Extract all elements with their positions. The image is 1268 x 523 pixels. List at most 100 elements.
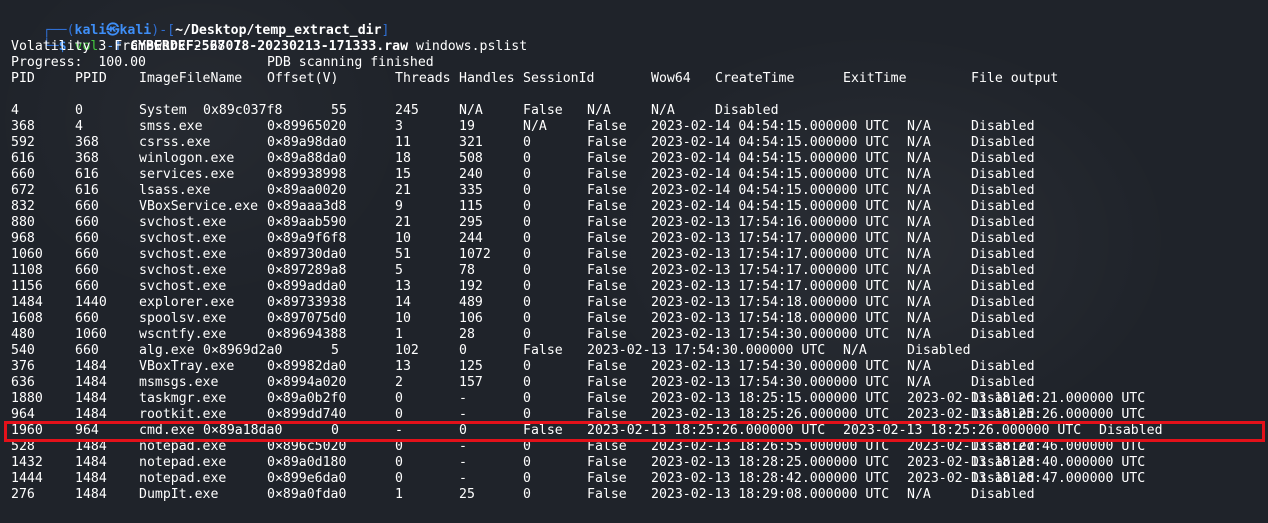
column-header: Offset(V)	[267, 71, 339, 86]
cell-ppid: 660	[75, 199, 99, 214]
cell-fileout: Disabled	[971, 183, 1035, 198]
cell-wow64: False	[587, 119, 627, 134]
cell-wow64: False	[587, 311, 627, 326]
cell-threads: 3	[395, 119, 403, 134]
cell-ppid: 1484	[75, 359, 107, 374]
cell-wow64: False	[523, 343, 563, 358]
column-header: Threads	[395, 71, 451, 86]
cell-pid: 1484	[11, 295, 43, 310]
column-header: ExitTime	[843, 71, 907, 86]
cell-session: 0	[523, 183, 531, 198]
cell-pid: 276	[11, 487, 35, 502]
cell-handles: 28	[459, 327, 475, 342]
cell-fileout: Disabled	[971, 247, 1035, 262]
cell-offset: 0×8969d2a0	[203, 343, 283, 358]
cell-pid: 1156	[11, 279, 43, 294]
cell-threads: 0	[395, 391, 403, 406]
cell-exit: N/A	[907, 295, 931, 310]
cell-name: svchost.exe	[139, 215, 227, 230]
cell-name: VBoxTray.exe	[139, 359, 235, 374]
cell-create: 2023-02-13 18:28:42.000000 UTC	[651, 471, 890, 486]
cell-threads: 10	[395, 231, 411, 246]
cell-offset: 0×89938998	[267, 167, 347, 182]
table-row: 880 660 svchost.exe 0×89aab590 21 295 0 False 20…	[11, 215, 1251, 231]
cell-name: notepad.exe	[139, 471, 227, 486]
cell-ppid: 660	[75, 215, 99, 230]
cell-fileout: Disabled	[971, 215, 1035, 230]
table-row: 1156 660 svchost.exe 0×899adda0 13 192 0 False 2…	[11, 279, 1251, 295]
cell-name: services.exe	[139, 167, 235, 182]
cell-wow64: False	[587, 391, 627, 406]
cell-threads: 1	[395, 327, 403, 342]
command-line[interactable]: └─$ vol -f CYBERDEF-567078-20230213-1713…	[11, 23, 527, 54]
cell-ppid: 1484	[75, 471, 107, 486]
cell-pid: 1432	[11, 455, 43, 470]
table-row: 636 1484 msmsgs.exe 0×8994a020 2 157 0 False 202…	[11, 375, 1251, 391]
cell-threads: 13	[395, 359, 411, 374]
cell-pid: 660	[11, 167, 35, 182]
cell-offset: 0×897289a8	[267, 263, 347, 278]
table-row: 376 1484 VBoxTray.exe 0×89982da0 13 125 0 False…	[11, 359, 1251, 375]
cell-wow64: False	[587, 183, 627, 198]
cell-create: 2023-02-13 17:54:30.000000 UTC	[651, 327, 890, 342]
cell-threads: 21	[395, 215, 411, 230]
cell-session: 0	[523, 487, 531, 502]
cell-fileout: Disabled	[971, 359, 1035, 374]
cell-ppid: 616	[75, 183, 99, 198]
table-row: 1108 660 svchost.exe 0×897289a8 5 78 0 False 202…	[11, 263, 1251, 279]
cell-threads: 14	[395, 295, 411, 310]
cell-handles: 125	[459, 359, 483, 374]
cell-exit: N/A	[907, 183, 931, 198]
cell-fileout: Disabled	[971, 199, 1035, 214]
cell-fileout: Disabled	[715, 103, 779, 118]
cell-exit: N/A	[907, 199, 931, 214]
cell-fileout: Disabled	[971, 311, 1035, 326]
cell-offset: 0×89a98da0	[267, 135, 347, 150]
cell-create: 2023-02-14 04:54:15.000000 UTC	[651, 135, 890, 150]
cell-offset: 0×89982da0	[267, 359, 347, 374]
cell-offset: 0×89a0d180	[267, 455, 347, 470]
cell-exit: N/A	[907, 327, 931, 342]
column-header: PID	[11, 71, 35, 86]
cell-wow64: False	[587, 295, 627, 310]
cell-handles: 244	[459, 231, 483, 246]
cell-threads: 15	[395, 167, 411, 182]
cell-exit: N/A	[907, 311, 931, 326]
progress-status: PDB scanning finished	[267, 55, 434, 70]
cell-exit: N/A	[907, 215, 931, 230]
cell-name: svchost.exe	[139, 231, 227, 246]
cell-session: 0	[523, 375, 531, 390]
cell-exit: N/A	[907, 375, 931, 390]
cell-name: csrss.exe	[139, 135, 211, 150]
cell-create: 2023-02-14 04:54:15.000000 UTC	[651, 183, 890, 198]
cell-exit: N/A	[843, 343, 867, 358]
cell-threads: 11	[395, 135, 411, 150]
cell-offset: 0×89a88da0	[267, 151, 347, 166]
cell-fileout: Disabled	[971, 487, 1035, 502]
table-row: 1444 1484 notepad.exe 0×899e6da0 0 - 0 False 202…	[11, 471, 1251, 487]
cell-threads: 55	[331, 103, 347, 118]
cell-wow64: False	[587, 279, 627, 294]
table-row: 592 368 csrss.exe 0×89a98da0 11 321 0 False 2023…	[11, 135, 1251, 151]
cell-ppid: 1060	[75, 327, 107, 342]
cell-offset: 0×89aaa3d8	[267, 199, 347, 214]
cell-ppid: 1484	[75, 487, 107, 502]
cell-threads: 5	[395, 263, 403, 278]
table-row: 672 616 lsass.exe 0×89aa0020 21 335 0 False 2023…	[11, 183, 1251, 199]
cell-ppid: 616	[75, 167, 99, 182]
framework-version: Volatility 3 Framework 2.28.1	[11, 39, 242, 54]
cell-pid: 4	[11, 103, 19, 118]
cell-pid: 832	[11, 199, 35, 214]
cell-ppid: 660	[75, 343, 99, 358]
cell-session: 0	[523, 391, 531, 406]
cell-threads: 10	[395, 311, 411, 326]
cell-create: 2023-02-13 17:54:18.000000 UTC	[651, 311, 890, 326]
terminal-window[interactable]: ┌──(kali㉿kali)-[~/Desktop/temp_extract_d…	[0, 0, 1268, 523]
cell-handles: 106	[459, 311, 483, 326]
cell-threads: 18	[395, 151, 411, 166]
cell-ppid: 660	[75, 311, 99, 326]
cell-threads: 21	[395, 183, 411, 198]
table-row: 1484 1440 explorer.exe 0×89733938 14 489 0 Fals…	[11, 295, 1251, 311]
cell-name: wscntfy.exe	[139, 327, 227, 342]
table-row: 832 660 VBoxService.exe 0×89aaa3d8 9 115 0 Fals…	[11, 199, 1251, 215]
